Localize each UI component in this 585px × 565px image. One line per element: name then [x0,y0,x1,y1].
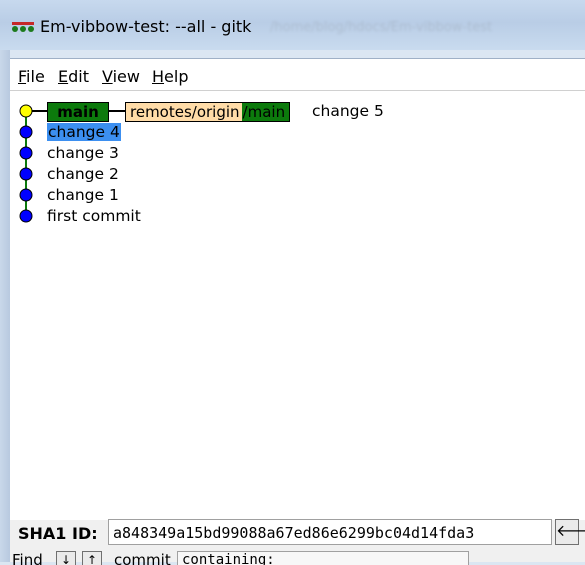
selected-commit-label: change 4 [47,123,121,141]
commit-row-change-5[interactable]: change 5 [312,101,384,121]
bottom-panel: SHA1 ID: a848349a15bd99088a67ed86e6299bc… [10,519,585,565]
sha1-id-field[interactable]: a848349a15bd99088a67ed86e6299bc04d14fda3 [108,519,552,545]
commit-row-change-1[interactable]: change 1 [47,185,119,205]
find-mode-dropdown[interactable]: containing: [177,551,469,565]
commit-node[interactable] [19,125,33,139]
find-label: Find [12,551,43,565]
branch-tag-main[interactable]: main [47,102,109,122]
find-row: Find ↓ ↑ commit containing: [10,551,585,565]
window-titlebar[interactable]: /home/blog/hdocs/Em-vibbow-test Em-vibbo… [0,0,585,50]
commit-graph-pane[interactable]: main remotes/origin/main change 5 change… [10,90,585,521]
menu-file[interactable]: File [18,67,45,86]
window-title: Em-vibbow-test: --all - gitk [40,17,252,36]
titlebar-blurred-path: /home/blog/hdocs/Em-vibbow-test [270,20,493,35]
find-prev-button[interactable]: ↑ [82,551,102,565]
find-type-label: commit [114,551,171,565]
remote-tag-suffix: /main [241,103,290,121]
remote-tag-prefix: remotes/origin [126,103,242,121]
find-next-button[interactable]: ↓ [56,551,76,565]
commit-row-first-commit[interactable]: first commit [47,206,141,226]
commit-row-change-4[interactable]: change 4 [47,122,121,142]
window-frame-left [0,50,10,562]
commit-node[interactable] [19,146,33,160]
gitk-app-icon[interactable] [12,20,34,34]
branch-tag-remote[interactable]: remotes/origin/main [125,102,291,122]
menu-bar: File Edit View Help [10,58,585,91]
menu-help[interactable]: Help [152,67,188,86]
sha1-label: SHA1 ID: [18,524,98,543]
back-arrow-button[interactable]: 🡐 [555,519,585,545]
commit-node[interactable] [19,167,33,181]
commit-row-change-3[interactable]: change 3 [47,143,119,163]
commit-node-head[interactable] [19,104,33,118]
commit-row-change-2[interactable]: change 2 [47,164,119,184]
commit-node[interactable] [19,188,33,202]
menu-edit[interactable]: Edit [58,67,89,86]
menu-view[interactable]: View [102,67,140,86]
commit-node[interactable] [19,209,33,223]
